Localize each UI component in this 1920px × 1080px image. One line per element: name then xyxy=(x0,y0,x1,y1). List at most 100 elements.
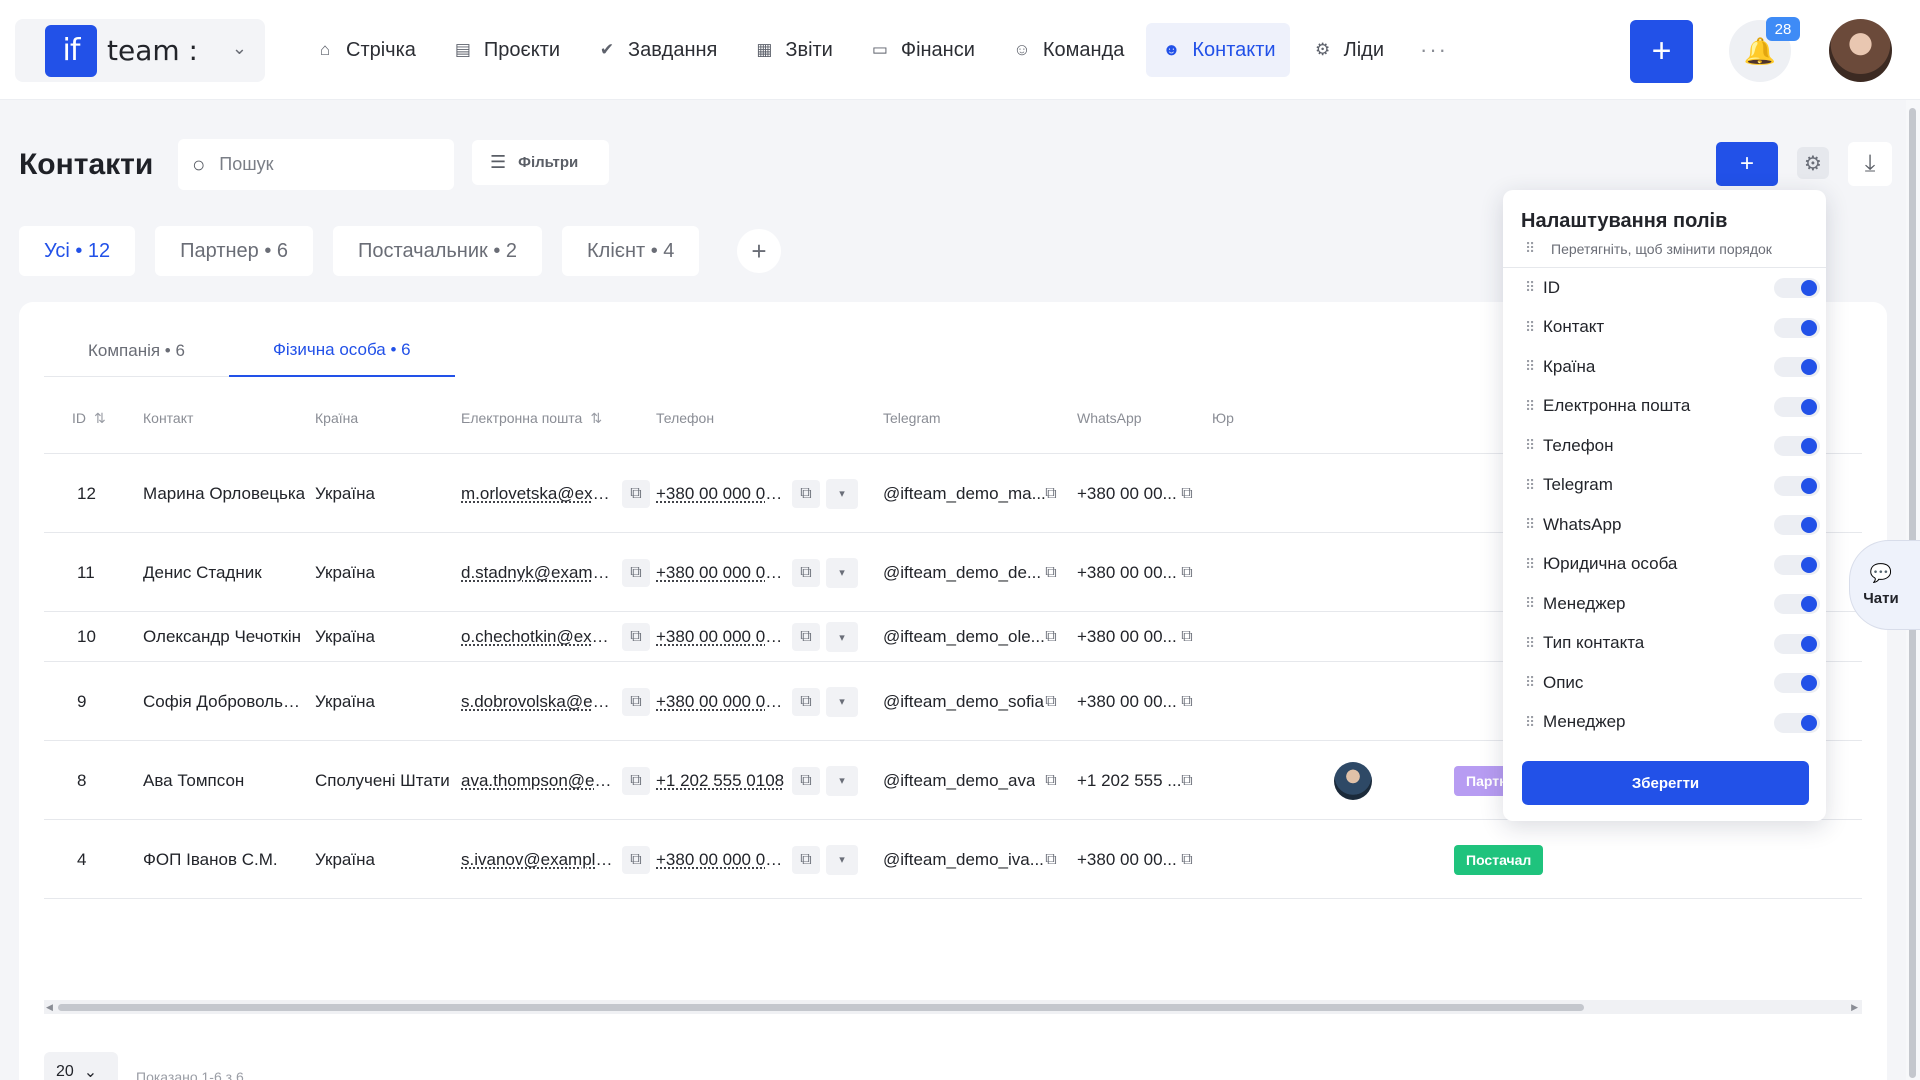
field-toggle[interactable] xyxy=(1774,436,1820,456)
type-tab-0[interactable]: Усі • 12 xyxy=(19,226,136,276)
field-setting-item[interactable]: ⠿ Опис xyxy=(1503,663,1826,703)
chats-button[interactable]: 💬 Чати xyxy=(1849,540,1920,630)
chevron-down-icon[interactable]: ▾ xyxy=(826,478,858,509)
filters-button[interactable]: ☰ Фільтри xyxy=(472,140,609,185)
nav-item-2[interactable]: ✔ Завдання xyxy=(582,23,731,77)
nav-item-1[interactable]: ▤ Проєкти xyxy=(438,23,574,77)
field-setting-item[interactable]: ⠿ Країна xyxy=(1503,347,1826,387)
field-setting-item[interactable]: ⠿ Телефон xyxy=(1503,426,1826,466)
nav-item-6[interactable]: ☻ Контакти xyxy=(1146,23,1290,77)
scrollbar-thumb[interactable] xyxy=(58,1004,1584,1011)
search-input[interactable] xyxy=(219,154,420,175)
column-header[interactable]: Країна xyxy=(315,410,358,426)
subtab-1[interactable]: Фізична особа • 6 xyxy=(228,325,455,377)
drag-handle-icon[interactable]: ⠿ xyxy=(1525,398,1543,415)
column-header[interactable]: Телефон xyxy=(656,410,714,426)
type-tab-1[interactable]: Партнер • 6 xyxy=(155,226,314,276)
field-setting-item[interactable]: ⠿ ID xyxy=(1503,268,1826,308)
drag-handle-icon[interactable]: ⠿ xyxy=(1525,595,1543,612)
chevron-down-icon[interactable]: ▾ xyxy=(826,622,858,652)
phone-link[interactable]: +380 00 000 00 11 xyxy=(656,563,791,583)
copy-icon[interactable]: ⧉ xyxy=(792,845,820,874)
column-header[interactable]: Telegram xyxy=(883,410,941,426)
field-setting-item[interactable]: ⠿ Контакт xyxy=(1503,308,1826,348)
nav-item-7[interactable]: ⚙ Ліди xyxy=(1298,23,1398,77)
type-tab-3[interactable]: Клієнт • 4 xyxy=(562,226,700,276)
table-row[interactable]: 4 ФОП Іванов С.М. Україна s.ivanov@example.… xyxy=(44,820,1862,899)
copy-icon[interactable]: ⧉ xyxy=(1040,624,1062,650)
phone-link[interactable]: +380 00 000 00 09 xyxy=(656,692,791,712)
field-setting-item[interactable]: ⠿ Юридична особа xyxy=(1503,545,1826,585)
type-tab-2[interactable]: Постачальник • 2 xyxy=(333,226,543,276)
field-toggle[interactable] xyxy=(1774,515,1820,535)
copy-icon[interactable]: ⧉ xyxy=(1040,560,1062,586)
drag-handle-icon[interactable]: ⠿ xyxy=(1525,556,1543,573)
copy-icon[interactable]: ⧉ xyxy=(1176,481,1198,507)
chevron-down-icon[interactable]: ▾ xyxy=(826,844,858,875)
phone-link[interactable]: +380 00 000 00 12 xyxy=(656,484,791,504)
copy-icon[interactable]: ⧉ xyxy=(1176,560,1198,586)
create-button[interactable]: + xyxy=(1630,20,1693,83)
drag-handle-icon[interactable]: ⠿ xyxy=(1525,635,1543,652)
field-toggle[interactable] xyxy=(1774,554,1820,575)
column-header[interactable]: WhatsApp xyxy=(1077,410,1142,426)
email-link[interactable]: d.stadnyk@example.... xyxy=(461,563,616,583)
gear-icon[interactable]: ⚙ xyxy=(1797,147,1829,179)
copy-icon[interactable]: ⧉ xyxy=(792,623,820,651)
field-setting-item[interactable]: ⠿ Менеджер xyxy=(1503,703,1826,743)
field-setting-item[interactable]: ⠿ Електронна пошта xyxy=(1503,387,1826,427)
field-setting-item[interactable]: ⠿ Менеджер xyxy=(1503,584,1826,624)
field-setting-item[interactable]: ⠿ Telegram xyxy=(1503,466,1826,506)
add-type-button[interactable]: + xyxy=(737,229,781,273)
drag-handle-icon[interactable]: ⠿ xyxy=(1525,674,1543,691)
phone-link[interactable]: +380 00 000 00 10 xyxy=(656,627,791,647)
field-toggle[interactable] xyxy=(1774,396,1820,417)
add-contact-button[interactable]: + xyxy=(1716,142,1778,186)
chevron-down-icon[interactable]: ▾ xyxy=(826,686,858,717)
copy-icon[interactable]: ⧉ xyxy=(1176,689,1198,715)
drag-handle-icon[interactable]: ⠿ xyxy=(1525,516,1543,533)
search-box[interactable]: ○ xyxy=(178,139,454,190)
chevron-down-icon[interactable]: ▾ xyxy=(826,765,858,796)
copy-icon[interactable]: ⧉ xyxy=(622,623,650,651)
field-toggle[interactable] xyxy=(1774,278,1820,298)
subtab-0[interactable]: Компанія • 6 xyxy=(44,325,229,377)
email-link[interactable]: m.orlovetska@examp... xyxy=(461,484,616,504)
more-menu-icon[interactable]: ··· xyxy=(1406,37,1462,63)
nav-item-0[interactable]: ⌂ Стрічка xyxy=(300,23,430,77)
email-link[interactable]: ava.thompson@exa... xyxy=(461,771,616,791)
field-toggle[interactable] xyxy=(1774,712,1820,733)
workspace-switcher[interactable]: if team : ⌄ xyxy=(15,19,265,82)
copy-icon[interactable]: ⧉ xyxy=(622,766,650,795)
user-avatar[interactable] xyxy=(1829,19,1892,82)
save-button[interactable]: Зберегти xyxy=(1522,761,1809,805)
drag-handle-icon[interactable]: ⠿ xyxy=(1525,437,1543,454)
phone-link[interactable]: +380 00 000 00 04 xyxy=(656,850,791,870)
field-toggle[interactable] xyxy=(1774,594,1820,614)
field-toggle[interactable] xyxy=(1774,317,1820,338)
column-header[interactable]: Електронна пошта ⇅ xyxy=(461,410,602,427)
drag-handle-icon[interactable]: ⠿ xyxy=(1525,477,1543,494)
copy-icon[interactable]: ⧉ xyxy=(1176,624,1198,650)
field-toggle[interactable] xyxy=(1774,673,1820,693)
copy-icon[interactable]: ⧉ xyxy=(622,845,650,874)
horizontal-scrollbar[interactable]: ◀ ▶ xyxy=(44,1000,1862,1014)
copy-icon[interactable]: ⧉ xyxy=(1176,847,1198,873)
copy-icon[interactable]: ⧉ xyxy=(1176,768,1198,794)
copy-icon[interactable]: ⧉ xyxy=(792,479,820,508)
copy-icon[interactable]: ⧉ xyxy=(1040,481,1062,507)
nav-item-3[interactable]: ▦ Звіти xyxy=(739,23,846,77)
copy-icon[interactable]: ⧉ xyxy=(792,558,820,587)
download-icon[interactable]: ⤓ xyxy=(1848,142,1892,186)
phone-link[interactable]: +1 202 555 0108 xyxy=(656,771,784,791)
copy-icon[interactable]: ⧉ xyxy=(792,687,820,716)
drag-handle-icon[interactable]: ⠿ xyxy=(1525,358,1543,375)
column-header[interactable]: Юр xyxy=(1212,410,1234,426)
page-size-select[interactable]: 20 ⌄ xyxy=(44,1052,118,1080)
copy-icon[interactable]: ⧉ xyxy=(792,766,820,795)
sort-icon[interactable]: ⇅ xyxy=(590,410,602,426)
chevron-down-icon[interactable]: ▾ xyxy=(826,557,858,588)
field-toggle[interactable] xyxy=(1774,357,1820,377)
drag-handle-icon[interactable]: ⠿ xyxy=(1525,714,1543,731)
copy-icon[interactable]: ⧉ xyxy=(622,479,650,508)
